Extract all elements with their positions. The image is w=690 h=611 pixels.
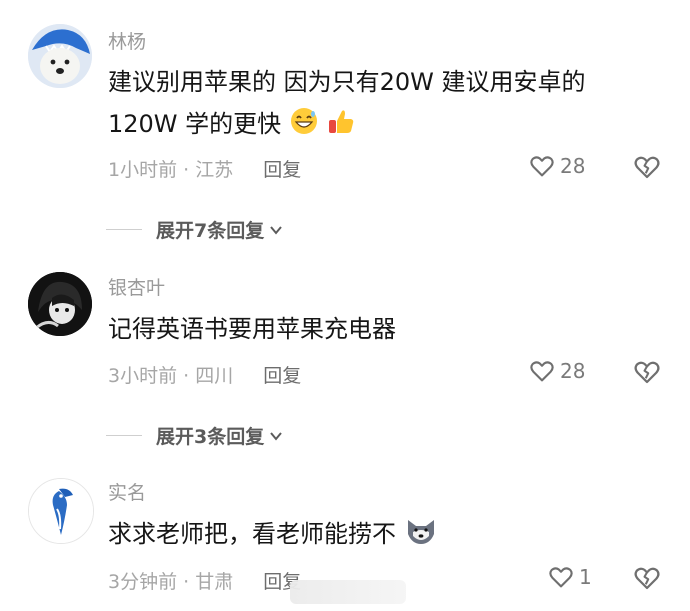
- wolf-face-emoji-icon: [404, 516, 438, 559]
- expand-replies-label: 展开3条回复: [156, 426, 265, 448]
- comment-text-line: 建议别用苹果的 因为只有20W 建议用安卓的: [108, 68, 586, 96]
- expand-replies-button[interactable]: 展开3条回复: [106, 422, 284, 449]
- reply-button[interactable]: 回复: [263, 159, 301, 181]
- username[interactable]: 实名: [108, 481, 146, 505]
- comment-meta: 1小时前 · 江苏 回复: [108, 155, 301, 182]
- dislike-button[interactable]: [632, 357, 662, 387]
- heart-outline-icon: [530, 156, 554, 177]
- comment-text: 记得英语书要用苹果充电器: [108, 308, 408, 350]
- shark-dog-avatar-icon: [28, 24, 92, 88]
- comment-text-segment: 求求老师把，看老师能捞不: [108, 520, 396, 548]
- comment-meta: 3分钟前 · 甘肃 回复: [108, 567, 301, 594]
- comment-text-segment: 120W 学的更快: [108, 110, 282, 138]
- comment-text-line: 120W 学的更快: [108, 103, 408, 149]
- like-count: 28: [560, 154, 586, 178]
- divider: [106, 435, 142, 436]
- comment-meta: 3小时前 · 四川 回复: [108, 361, 301, 388]
- comment-text-line: 求求老师把，看老师能捞不: [108, 513, 434, 559]
- expand-replies-label: 展开7条回复: [156, 220, 265, 242]
- broken-heart-icon: [634, 156, 660, 179]
- chevron-down-icon: [270, 225, 283, 235]
- heart-outline-icon: [549, 567, 573, 588]
- heart-outline-icon: [530, 361, 554, 382]
- anime-avatar-icon: [28, 272, 92, 336]
- expand-replies-button[interactable]: 展开7条回复: [106, 216, 284, 243]
- dislike-button[interactable]: [632, 563, 662, 593]
- dislike-button[interactable]: [632, 152, 662, 182]
- timestamp-location: 3小时前 · 四川: [108, 365, 234, 387]
- thumbs-up-emoji-icon: [326, 106, 356, 149]
- broken-heart-icon: [634, 361, 660, 384]
- comment-text: 建议别用苹果的 因为只有20W 建议用安卓的 120W 学的更快: [108, 61, 586, 149]
- grinning-sweat-emoji-icon: [289, 106, 319, 149]
- broken-heart-icon: [634, 567, 660, 590]
- watermark-overlay: [290, 580, 406, 604]
- bird-avatar-icon: [29, 479, 93, 543]
- avatar[interactable]: [28, 24, 92, 88]
- timestamp-location: 1小时前 · 江苏: [108, 159, 234, 181]
- like-count: 28: [560, 359, 586, 383]
- like-button[interactable]: 28: [528, 152, 585, 180]
- username[interactable]: 林杨: [108, 30, 146, 54]
- like-count: 1: [579, 565, 592, 589]
- avatar[interactable]: [28, 478, 94, 544]
- chevron-down-icon: [270, 431, 283, 441]
- avatar[interactable]: [28, 272, 92, 336]
- reply-button[interactable]: 回复: [263, 365, 301, 387]
- comment-text-line: 记得英语书要用苹果充电器: [108, 315, 396, 343]
- username[interactable]: 银杏叶: [108, 276, 165, 300]
- divider: [106, 229, 142, 230]
- like-button[interactable]: 28: [528, 357, 585, 385]
- comment-text: 求求老师把，看老师能捞不: [108, 513, 434, 559]
- timestamp-location: 3分钟前 · 甘肃: [108, 571, 234, 593]
- like-button[interactable]: 1: [547, 563, 592, 591]
